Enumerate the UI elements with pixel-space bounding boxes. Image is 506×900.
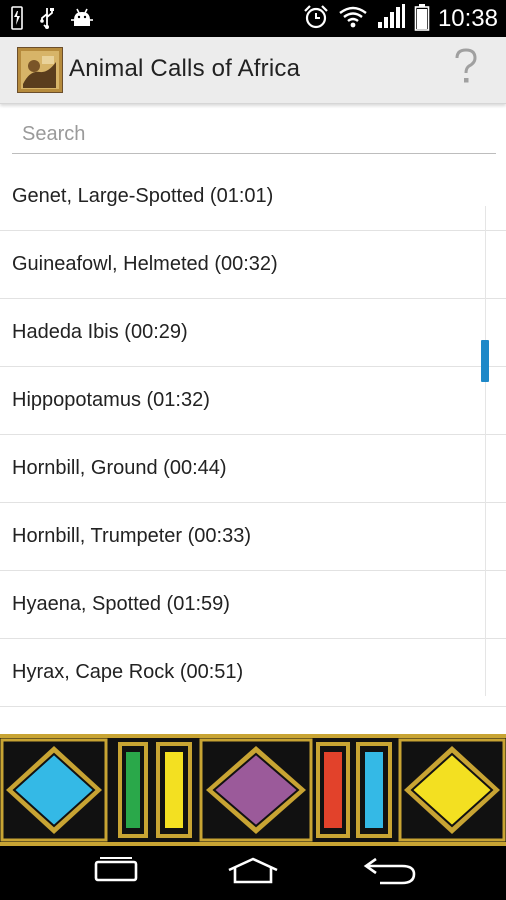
list-item-label: Hyaena, Spotted (01:59): [12, 593, 230, 615]
list-item-label: Genet, Large-Spotted (01:01): [12, 184, 274, 207]
scrollbar-thumb[interactable]: [481, 340, 489, 382]
list-item[interactable]: Hyrax, Cape Rock (00:51): [0, 639, 506, 707]
animal-list: Genet, Large-Spotted (01:01) Guineafowl,…: [0, 162, 506, 734]
list-item[interactable]: Hornbill, Trumpeter (00:33): [0, 503, 506, 571]
decorative-banner: [0, 734, 506, 846]
list-item[interactable]: Hippopotamus (01:32): [0, 367, 506, 435]
battery-icon: [414, 3, 430, 35]
list-item-label: Hadeda Ibis (00:29): [12, 321, 188, 343]
app-logo: [17, 47, 63, 93]
recent-apps-icon: [90, 856, 142, 890]
navigation-bar: [0, 846, 506, 900]
list-item-label: Hornbill, Ground (00:44): [12, 457, 227, 479]
home-button[interactable]: [223, 854, 283, 892]
status-right-icons: 10:38: [302, 2, 498, 36]
list-item-label: Hippopotamus (01:32): [12, 389, 210, 411]
help-icon: [453, 47, 479, 94]
signal-icon: [376, 4, 406, 34]
home-icon: [225, 856, 281, 890]
search-field: [12, 116, 496, 154]
usb-icon: [10, 6, 24, 34]
usb-debug-icon: [38, 6, 56, 34]
android-debug-icon: [70, 6, 94, 34]
app-title: Animal Calls of Africa: [69, 55, 301, 82]
african-pattern-image: [0, 734, 506, 846]
alarm-icon: [302, 3, 330, 35]
list-item[interactable]: Hyaena, Spotted (01:59): [0, 571, 506, 639]
recent-apps-button[interactable]: [86, 854, 146, 892]
scrollbar-track: [485, 206, 486, 696]
list-item[interactable]: Hadeda Ibis (00:29): [0, 299, 506, 367]
status-left-icons: [10, 6, 94, 34]
list-item[interactable]: Hornbill, Ground (00:44): [0, 435, 506, 503]
list-item[interactable]: Genet, Large-Spotted (01:01): [0, 162, 506, 231]
back-icon: [362, 856, 418, 890]
list-item-label: Guineafowl, Helmeted (00:32): [12, 253, 278, 275]
status-time: 10:38: [437, 5, 498, 32]
status-bar: 10:38: [0, 0, 506, 37]
wifi-icon: [338, 5, 368, 33]
action-bar: Animal Calls of Africa: [0, 37, 506, 104]
app-screen: 10:38 Animal Calls of Africa Search Gene…: [0, 0, 506, 900]
list-item[interactable]: Guineafowl, Helmeted (00:32): [0, 231, 506, 299]
list-item-label: Hyrax, Cape Rock (00:51): [12, 661, 244, 683]
help-button[interactable]: [450, 47, 482, 94]
list-item-label: Hornbill, Trumpeter (00:33): [12, 525, 251, 547]
search-input[interactable]: [12, 116, 496, 152]
back-button[interactable]: [360, 854, 420, 892]
